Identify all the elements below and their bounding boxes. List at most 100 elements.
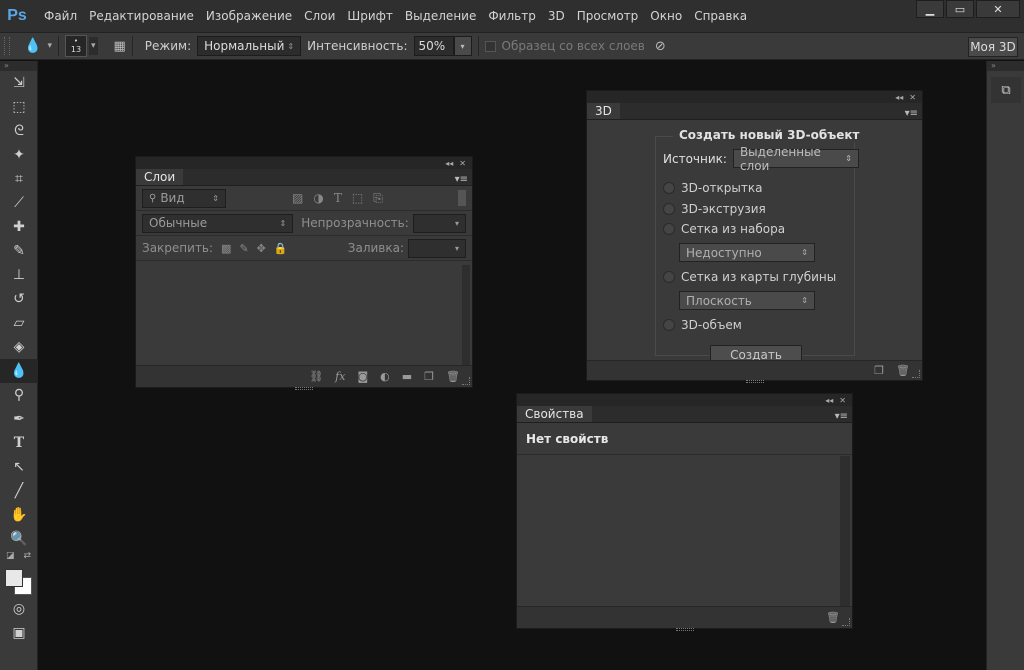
zoom-tool-icon[interactable]: 🔍 bbox=[0, 527, 38, 551]
trash-icon[interactable]: 🗑 bbox=[446, 370, 460, 383]
toolbar-collapse-icon[interactable]: » bbox=[0, 61, 37, 71]
tool-preset-chevron-icon[interactable]: ▾ bbox=[47, 41, 52, 51]
close-panel-icon[interactable]: ✕ bbox=[909, 93, 916, 102]
eraser-tool-icon[interactable]: ▱ bbox=[0, 311, 38, 335]
panel-titlebar[interactable]: ◂◂ ✕ bbox=[136, 157, 472, 169]
magic-wand-tool-icon[interactable]: ✦ bbox=[0, 143, 38, 167]
foreground-color-swatch[interactable] bbox=[5, 569, 23, 587]
option-volume[interactable]: 3D-объем bbox=[663, 318, 742, 332]
panel-titlebar[interactable]: ◂◂ ✕ bbox=[587, 91, 922, 103]
quick-mask-icon[interactable]: ◎ bbox=[0, 597, 38, 621]
depth-mesh-select[interactable]: Плоскость ⇕ bbox=[679, 291, 815, 310]
resize-handle[interactable] bbox=[912, 370, 920, 378]
pressure-icon[interactable]: ⊘ bbox=[655, 39, 666, 54]
brush-size-preview[interactable]: • 13 bbox=[64, 35, 87, 57]
panel-menu-icon[interactable]: ▾≡ bbox=[905, 108, 922, 119]
opacity-input[interactable]: ▾ bbox=[412, 213, 466, 233]
intensity-dropdown-icon[interactable]: ▾ bbox=[453, 36, 472, 56]
lasso-tool-icon[interactable]: ᘓ bbox=[0, 119, 38, 143]
link-icon[interactable]: ⛓ bbox=[309, 370, 323, 383]
blend-mode-select[interactable]: Обычные ⇕ bbox=[142, 213, 294, 233]
brush-tool-icon[interactable]: ✎ bbox=[0, 239, 38, 263]
new-item-icon[interactable]: ❐ bbox=[874, 364, 884, 377]
maximize-icon[interactable]: ▭ bbox=[946, 0, 974, 18]
paint-bucket-tool-icon[interactable]: ◈ bbox=[0, 335, 38, 359]
panel-menu-icon[interactable]: ▾≡ bbox=[455, 174, 472, 185]
folder-icon[interactable]: ▬ bbox=[402, 370, 412, 383]
history-panel-icon[interactable]: ⧉ bbox=[991, 77, 1021, 103]
sample-all-layers-checkbox[interactable] bbox=[484, 40, 496, 52]
mode-select[interactable]: Нормальный ⇕ bbox=[197, 36, 302, 56]
move-tool-icon[interactable]: ⇲ bbox=[0, 71, 38, 95]
collapse-icon[interactable]: ◂◂ bbox=[825, 396, 833, 405]
menu-3d[interactable]: 3D bbox=[542, 9, 571, 23]
adjustment-filter-icon[interactable]: ◑ bbox=[313, 191, 323, 206]
menu-view[interactable]: Просмотр bbox=[571, 9, 645, 23]
smart-object-filter-icon[interactable]: ⎘ bbox=[373, 191, 383, 206]
close-panel-icon[interactable]: ✕ bbox=[459, 159, 466, 168]
trash-icon[interactable]: 🗑 bbox=[896, 364, 910, 377]
fx-icon[interactable]: fx bbox=[335, 370, 345, 383]
lock-position-icon[interactable]: ✥ bbox=[257, 242, 266, 255]
collapse-icon[interactable]: ◂◂ bbox=[895, 93, 903, 102]
option-depth-mesh[interactable]: Сетка из карты глубины bbox=[663, 270, 836, 284]
lock-pixels-icon[interactable]: ✎ bbox=[239, 242, 248, 255]
options-grip[interactable] bbox=[4, 37, 10, 55]
blur-tool-icon[interactable]: 💧 bbox=[24, 38, 41, 54]
type-tool-icon[interactable]: T bbox=[0, 431, 38, 455]
blur-tool-icon[interactable]: 💧 bbox=[0, 359, 38, 383]
fill-input[interactable]: ▾ bbox=[408, 238, 466, 258]
radio-volume[interactable] bbox=[663, 319, 675, 331]
close-panel-icon[interactable]: ✕ bbox=[839, 396, 846, 405]
workspace-button[interactable]: Моя 3D bbox=[968, 37, 1018, 57]
type-filter-icon[interactable]: T bbox=[334, 191, 342, 206]
filter-toggle[interactable] bbox=[458, 190, 466, 206]
resize-handle[interactable] bbox=[842, 618, 850, 626]
menu-image[interactable]: Изображение bbox=[200, 9, 298, 23]
tab-3d[interactable]: 3D bbox=[587, 103, 620, 119]
trash-icon[interactable]: 🗑 bbox=[826, 611, 840, 624]
eyedropper-tool-icon[interactable]: ⟋ bbox=[0, 191, 38, 215]
screen-mode-icon[interactable]: ▣ bbox=[0, 621, 38, 645]
new-layer-icon[interactable]: ❐ bbox=[424, 370, 434, 383]
tab-properties[interactable]: Свойства bbox=[517, 406, 592, 422]
default-colors-icon[interactable]: ◪ bbox=[6, 551, 15, 567]
option-preset-mesh[interactable]: Сетка из набора bbox=[663, 222, 785, 236]
menu-filter[interactable]: Фильтр bbox=[482, 9, 541, 23]
history-brush-tool-icon[interactable]: ↺ bbox=[0, 287, 38, 311]
menu-help[interactable]: Справка bbox=[688, 9, 753, 23]
path-selection-tool-icon[interactable]: ↖ bbox=[0, 455, 38, 479]
radio-extrusion[interactable] bbox=[663, 203, 675, 215]
healing-tool-icon[interactable]: ✚ bbox=[0, 215, 38, 239]
preset-mesh-select[interactable]: Недоступно ⇕ bbox=[679, 243, 815, 262]
close-icon[interactable]: ✕ bbox=[976, 0, 1020, 18]
menu-select[interactable]: Выделение bbox=[399, 9, 482, 23]
mask-icon[interactable]: ◙ bbox=[357, 370, 368, 383]
brush-picker-chevron-icon[interactable]: ▾ bbox=[88, 37, 98, 55]
image-filter-icon[interactable]: ▨ bbox=[292, 191, 303, 206]
lock-transparent-icon[interactable]: ▩ bbox=[221, 242, 231, 255]
pen-tool-icon[interactable]: ✒ bbox=[0, 407, 38, 431]
panel-bottom-grip[interactable] bbox=[675, 628, 694, 631]
radio-preset-mesh[interactable] bbox=[663, 223, 675, 235]
properties-scrollbar[interactable] bbox=[840, 456, 850, 606]
panel-bottom-grip[interactable] bbox=[745, 380, 764, 383]
panel-bottom-grip[interactable] bbox=[295, 387, 313, 390]
intensity-input[interactable]: 50% bbox=[413, 36, 454, 56]
lock-all-icon[interactable]: 🔒 bbox=[274, 242, 288, 255]
tab-layers[interactable]: Слои bbox=[136, 169, 184, 185]
option-extrusion[interactable]: 3D-экструзия bbox=[663, 202, 766, 216]
menu-window[interactable]: Окно bbox=[644, 9, 688, 23]
stamp-tool-icon[interactable]: ⊥ bbox=[0, 263, 38, 287]
source-select[interactable]: Выделенные слои ⇕ bbox=[732, 145, 859, 173]
menu-layer[interactable]: Слои bbox=[298, 9, 341, 23]
collapse-icon[interactable]: ◂◂ bbox=[445, 159, 453, 168]
radio-postcard[interactable] bbox=[663, 182, 675, 194]
shape-filter-icon[interactable]: ⬚ bbox=[352, 191, 363, 206]
dodge-tool-icon[interactable]: ⚲ bbox=[0, 383, 38, 407]
layers-list[interactable] bbox=[136, 265, 462, 365]
swap-colors-icon[interactable]: ⇄ bbox=[23, 551, 31, 567]
menu-type[interactable]: Шрифт bbox=[341, 9, 399, 23]
dock-expand-icon[interactable]: » bbox=[987, 61, 1024, 71]
line-tool-icon[interactable]: ╱ bbox=[0, 479, 38, 503]
